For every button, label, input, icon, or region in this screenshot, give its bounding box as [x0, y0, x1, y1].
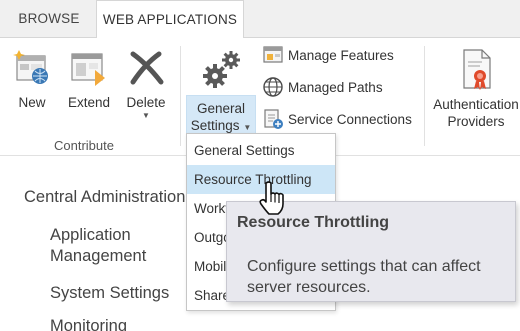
delete-label: Delete [126, 95, 166, 110]
new-label: New [18, 95, 46, 110]
menu-item-general-settings[interactable]: General Settings [187, 136, 335, 165]
authentication-providers-button[interactable]: Authentication Providers [428, 48, 520, 130]
extend-label: Extend [67, 95, 111, 110]
service-connections-icon [264, 109, 283, 129]
contribute-group-label: Contribute [54, 138, 114, 153]
service-connections-button[interactable]: Service Connections [262, 107, 412, 131]
tooltip-description: Configure settings that can affect serve… [247, 258, 481, 296]
ribbon-separator [180, 46, 181, 146]
authentication-label-1: Authentication [433, 97, 519, 112]
gears-icon [203, 51, 240, 88]
hand-pointer-cursor-icon [259, 181, 284, 215]
nav-application-management-line2[interactable]: Management [50, 247, 146, 266]
nav-monitoring[interactable]: Monitoring [50, 317, 127, 331]
extend-button[interactable]: Extend [64, 48, 114, 111]
tab-browse[interactable]: BROWSE [14, 0, 84, 38]
resource-throttling-tooltip: Resource Throttling Configure settings t… [226, 201, 516, 302]
extend-web-app-icon [71, 53, 105, 86]
general-settings-label-1: General [196, 101, 246, 116]
authentication-label-2: Providers [447, 114, 505, 129]
new-web-app-icon [13, 50, 48, 84]
manage-features-icon [263, 46, 283, 63]
globe-icon [263, 77, 283, 97]
nav-application-management-line1[interactable]: Application [50, 226, 131, 245]
managed-paths-button[interactable]: Managed Paths [262, 75, 383, 99]
delete-x-icon [130, 51, 164, 85]
chevron-down-icon: ▼ [142, 111, 150, 120]
tooltip-title: Resource Throttling [237, 214, 390, 231]
authentication-certificate-icon [463, 49, 491, 90]
tab-web-applications[interactable]: WEB APPLICATIONS [96, 0, 244, 39]
service-connections-label: Service Connections [288, 111, 412, 127]
managed-paths-label: Managed Paths [288, 79, 383, 95]
nav-central-administration[interactable]: Central Administration [24, 188, 185, 207]
nav-system-settings[interactable]: System Settings [50, 284, 169, 303]
manage-features-button[interactable]: Manage Features [262, 43, 394, 67]
general-settings-content[interactable]: General Settings ▼ [186, 48, 256, 136]
ribbon-separator [424, 46, 425, 146]
new-button[interactable]: New [12, 48, 52, 111]
ribbon-tab-bar: BROWSE WEB APPLICATIONS [0, 0, 520, 39]
delete-button[interactable]: Delete ▼ [120, 48, 172, 121]
chevron-down-icon: ▼ [243, 123, 252, 132]
manage-features-label: Manage Features [288, 47, 394, 63]
